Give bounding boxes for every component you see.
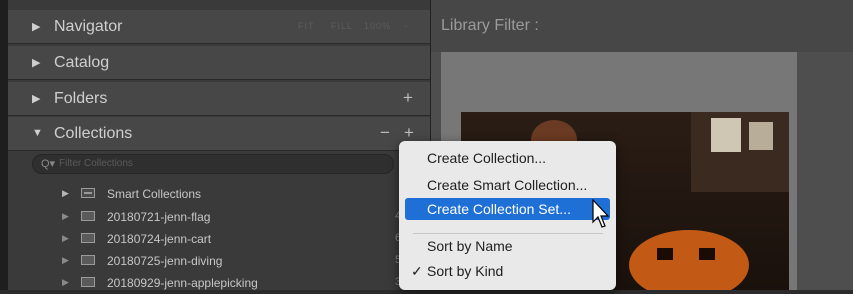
- panel-title: Folders: [54, 90, 108, 107]
- collapsed-triangle-icon: ▶: [62, 255, 69, 265]
- collapsed-triangle-icon: ▶: [32, 93, 41, 105]
- collection-name: 20180725-jenn-diving: [107, 254, 223, 268]
- expanded-triangle-icon: ▼: [32, 127, 43, 139]
- menu-item-create-collection-set[interactable]: Create Collection Set...: [405, 198, 610, 220]
- add-folder-button[interactable]: +: [403, 88, 413, 108]
- panel-title: Collections: [54, 125, 133, 142]
- collection-row[interactable]: ▶ 20180724-jenn-cart 6: [8, 228, 430, 250]
- collection-name: 20180724-jenn-cart: [107, 232, 212, 246]
- library-filter-label: Library Filter :: [441, 17, 539, 34]
- collection-icon: [81, 211, 95, 221]
- collapsed-triangle-icon: ▶: [62, 277, 69, 287]
- collection-row[interactable]: ▶ 20180725-jenn-diving 5: [8, 250, 430, 272]
- menu-item-create-collection[interactable]: Create Collection...: [405, 147, 610, 169]
- collection-set-row[interactable]: ▶ Smart Collections: [8, 183, 430, 205]
- collapsed-triangle-icon: ▶: [62, 188, 69, 198]
- menu-item-create-smart-collection[interactable]: Create Smart Collection...: [405, 174, 610, 196]
- collection-row[interactable]: ▶ 20180929-jenn-applepicking 3: [8, 272, 430, 294]
- left-panel: ▶ Navigator FIT FILL 100% - ▶ Catalog ▶ …: [8, 0, 431, 290]
- collection-icon: [81, 277, 95, 287]
- mouse-pointer-icon: [592, 199, 610, 228]
- panel-header-folders[interactable]: ▶ Folders +: [8, 82, 430, 116]
- collections-context-menu: Create Collection... Create Smart Collec…: [399, 141, 616, 290]
- panel-title: Navigator: [54, 18, 123, 35]
- search-placeholder: Filter Collections: [59, 158, 133, 169]
- library-filter-bar: Library Filter :: [431, 0, 853, 52]
- collection-set-icon: [81, 188, 95, 198]
- panel-title: Catalog: [54, 54, 110, 71]
- collapsed-triangle-icon: ▶: [62, 233, 69, 243]
- panel-header-collections[interactable]: ▼ Collections − +: [8, 117, 430, 151]
- collection-name: 20180721-jenn-flag: [107, 210, 211, 224]
- collection-name: Smart Collections: [107, 187, 202, 201]
- zoom-more-option[interactable]: -: [404, 21, 408, 31]
- menu-item-sort-by-name[interactable]: Sort by Name: [405, 235, 610, 257]
- menu-separator: [413, 233, 603, 234]
- remove-collection-button[interactable]: −: [380, 123, 390, 143]
- zoom-100-option[interactable]: 100%: [364, 21, 391, 31]
- collapsed-triangle-icon: ▶: [32, 57, 41, 69]
- panel-header-catalog[interactable]: ▶ Catalog: [8, 46, 430, 80]
- window-edge: [0, 0, 8, 290]
- checkmark-icon: ✓: [411, 263, 423, 279]
- collections-search-input[interactable]: Q▾ Filter Collections: [32, 154, 394, 174]
- collection-row[interactable]: ▶ 20180721-jenn-flag 4: [8, 206, 430, 228]
- add-collection-button[interactable]: +: [404, 123, 414, 143]
- zoom-fill-option[interactable]: FILL: [331, 21, 353, 31]
- collection-icon: [81, 255, 95, 265]
- collection-icon: [81, 233, 95, 243]
- collection-name: 20180929-jenn-applepicking: [107, 276, 258, 290]
- collapsed-triangle-icon: ▶: [32, 21, 41, 33]
- collections-filter-row: Q▾ Filter Collections: [8, 150, 430, 178]
- search-icon: Q▾: [41, 158, 56, 170]
- panel-header-navigator[interactable]: ▶ Navigator FIT FILL 100% -: [8, 10, 430, 44]
- zoom-fit-option[interactable]: FIT: [298, 21, 315, 31]
- collapsed-triangle-icon: ▶: [62, 211, 69, 221]
- menu-item-sort-by-kind[interactable]: ✓ Sort by Kind: [405, 260, 610, 282]
